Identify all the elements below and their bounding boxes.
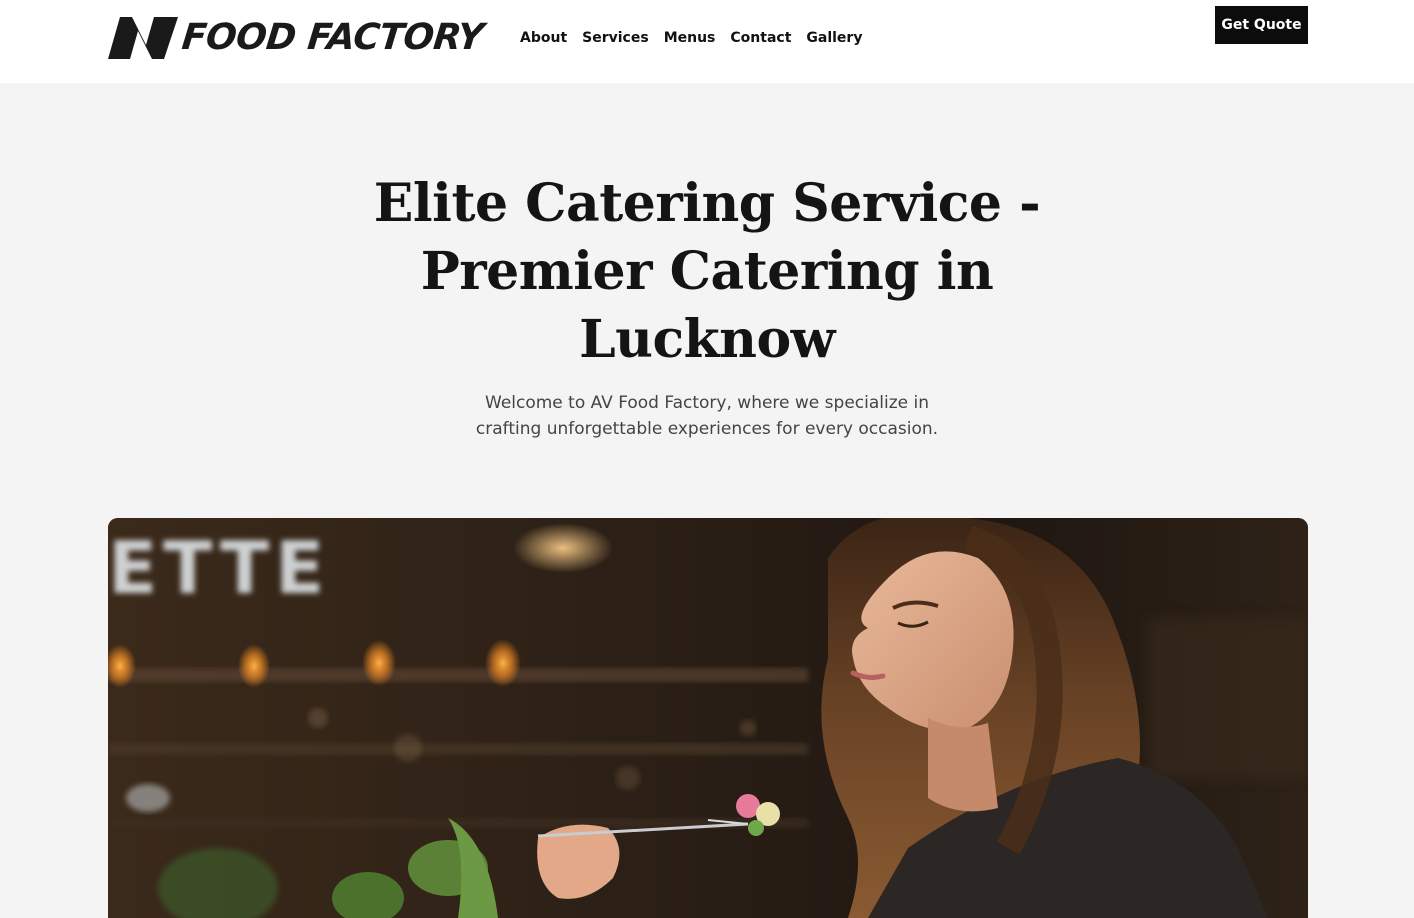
hero-image: ETTE — [108, 518, 1308, 918]
nav-link-gallery[interactable]: Gallery — [806, 28, 862, 48]
nav-link-about[interactable]: About — [520, 28, 567, 48]
get-quote-button[interactable]: Get Quote — [1215, 6, 1308, 44]
nav-link-menus[interactable]: Menus — [664, 28, 716, 48]
hero-photo-illustration: ETTE — [108, 518, 1308, 918]
hero-subtitle: Welcome to AV Food Factory, where we spe… — [475, 393, 939, 439]
neon-sign-text: ETTE — [108, 526, 330, 610]
main-nav: About Services Menus Contact Gallery — [520, 28, 862, 48]
logo[interactable]: FOOD FACTORY — [108, 14, 486, 62]
nav-link-contact[interactable]: Contact — [730, 28, 791, 48]
nav-link-services[interactable]: Services — [582, 28, 649, 48]
logo-text: FOOD FACTORY — [179, 17, 486, 58]
site-header: FOOD FACTORY About Services Menus Contac… — [0, 0, 1414, 83]
hero-title: Elite Catering Service - Premier Caterin… — [373, 173, 1041, 370]
logo-mark-icon — [108, 17, 178, 59]
